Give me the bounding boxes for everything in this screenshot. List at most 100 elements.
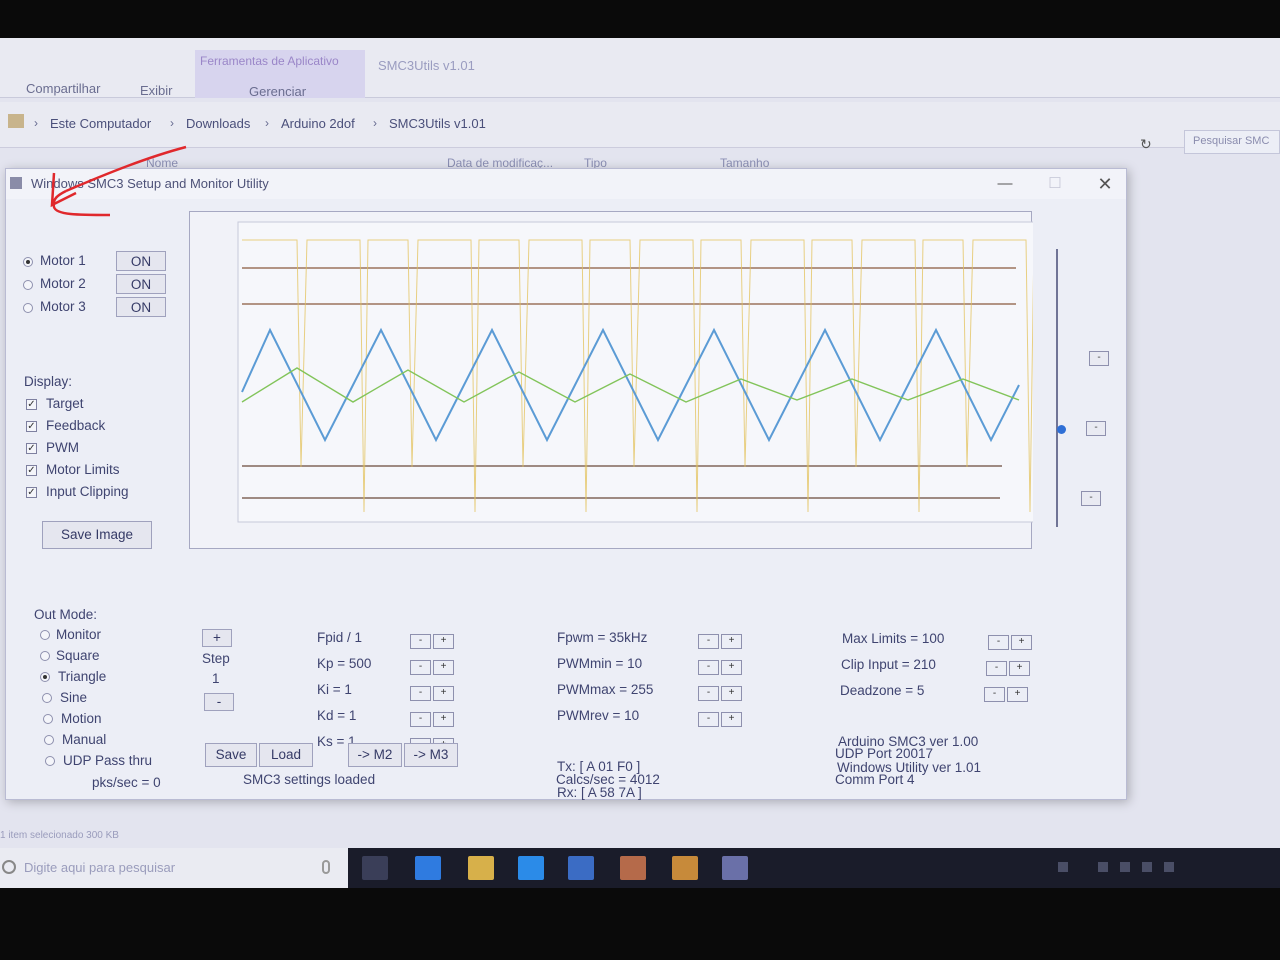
tab-view[interactable]: Exibir [140, 83, 173, 98]
media-icon[interactable] [620, 856, 646, 880]
minus-button[interactable]: - [698, 686, 719, 701]
pwmmax-stepper[interactable]: - + [698, 682, 744, 701]
plus-button[interactable]: + [433, 686, 454, 701]
tray-icon[interactable] [1098, 862, 1108, 872]
minimize-button[interactable]: — [988, 173, 1022, 195]
maximize-button[interactable]: ☐ [1038, 173, 1072, 195]
save-button[interactable]: Save [205, 743, 257, 767]
pwm-label: PWM [46, 440, 79, 455]
motor1-on-button[interactable]: ON [116, 251, 166, 271]
load-button[interactable]: Load [259, 743, 313, 767]
motor2-on-button[interactable]: ON [116, 274, 166, 294]
max-limits-stepper[interactable]: - + [988, 631, 1034, 650]
mode-monitor-radio[interactable] [40, 630, 50, 640]
udp-port: UDP Port 20017 [835, 746, 934, 761]
minus-button[interactable]: - [984, 687, 1005, 702]
mode-monitor-label: Monitor [56, 627, 102, 642]
task-view-icon[interactable] [362, 856, 388, 880]
plus-button[interactable]: + [721, 686, 742, 701]
tray-icon[interactable] [1120, 862, 1130, 872]
copy-to-m3-button[interactable]: -> M3 [404, 743, 458, 767]
plus-button[interactable]: + [721, 634, 742, 649]
motor-limits-checkbox[interactable]: ✓ [26, 465, 37, 476]
target-checkbox[interactable]: ✓ [26, 399, 37, 410]
pwm-checkbox[interactable]: ✓ [26, 443, 37, 454]
plus-button[interactable]: + [1011, 635, 1032, 650]
plus-button[interactable]: + [1007, 687, 1028, 702]
plus-button[interactable]: + [433, 634, 454, 649]
save-image-button[interactable]: Save Image [42, 521, 152, 549]
mode-motion-radio[interactable] [43, 714, 53, 724]
breadcrumb-arduino[interactable]: Arduino 2dof [281, 116, 355, 131]
pwmmin-stepper[interactable]: - + [698, 656, 744, 675]
plus-button[interactable]: + [433, 660, 454, 675]
minus-button[interactable]: - [698, 712, 719, 727]
ie-icon[interactable] [518, 856, 544, 880]
mode-udp-label: UDP Pass thru [63, 753, 153, 768]
step-plus-button[interactable]: + [202, 629, 232, 647]
word-icon[interactable] [568, 856, 594, 880]
motor3-radio[interactable] [23, 303, 33, 313]
plus-button[interactable]: + [433, 712, 454, 727]
breadcrumb-smc3utils[interactable]: SMC3Utils v1.01 [389, 116, 486, 131]
tab-manage[interactable]: Gerenciar [249, 84, 306, 99]
tool-tab-label[interactable]: Ferramentas de Aplicativo [200, 54, 339, 68]
mode-udp-radio[interactable] [45, 756, 55, 766]
file-explorer-icon[interactable] [468, 856, 494, 880]
fpid-stepper[interactable]: - + [410, 630, 456, 649]
ki-stepper[interactable]: - + [410, 682, 456, 701]
breadcrumb-downloads[interactable]: Downloads [186, 116, 250, 131]
motor1-radio[interactable] [23, 257, 33, 267]
out-mode-heading: Out Mode: [34, 607, 98, 622]
deadzone-stepper[interactable]: - + [984, 683, 1030, 702]
scale-mid-button[interactable]: - [1086, 421, 1106, 436]
feedback-checkbox[interactable]: ✓ [26, 421, 37, 432]
plus-button[interactable]: + [721, 660, 742, 675]
minus-button[interactable]: - [410, 686, 431, 701]
taskbar-search-input[interactable]: Digite aqui para pesquisar [24, 860, 175, 875]
minus-button[interactable]: - [988, 635, 1009, 650]
explorer-ribbon: Ferramentas de Aplicativo SMC3Utils v1.0… [0, 38, 1280, 99]
fpwm-stepper[interactable]: - + [698, 630, 744, 649]
kp-label: Kp = 500 [317, 656, 372, 671]
tray-icon[interactable] [1142, 862, 1152, 872]
tray-icon[interactable] [1058, 862, 1068, 872]
breadcrumb-this-pc[interactable]: Este Computador [50, 116, 151, 131]
input-clipping-checkbox[interactable]: ✓ [26, 487, 37, 498]
scale-down-button[interactable]: - [1081, 491, 1101, 506]
minus-button[interactable]: - [698, 660, 719, 675]
close-button[interactable]: ✕ [1088, 173, 1122, 195]
motor3-on-button[interactable]: ON [116, 297, 166, 317]
taskbar-search[interactable]: Digite aqui para pesquisar [0, 848, 348, 888]
store-icon[interactable] [672, 856, 698, 880]
minus-button[interactable]: - [986, 661, 1007, 676]
copy-to-m2-button[interactable]: -> M2 [348, 743, 402, 767]
plus-button[interactable]: + [1009, 661, 1030, 676]
edge-icon[interactable] [415, 856, 441, 880]
minus-button[interactable]: - [698, 634, 719, 649]
minus-button[interactable]: - [410, 660, 431, 675]
motor2-radio[interactable] [23, 280, 33, 290]
plot-canvas [237, 221, 1146, 523]
kp-stepper[interactable]: - + [410, 656, 456, 675]
vertical-slider-thumb[interactable] [1057, 425, 1066, 434]
vertical-slider-track[interactable] [1056, 249, 1058, 527]
step-minus-button[interactable]: - [204, 693, 234, 711]
mode-square-radio[interactable] [40, 651, 50, 661]
smc3-taskbar-icon[interactable] [722, 856, 748, 880]
kd-stepper[interactable]: - + [410, 708, 456, 727]
scale-up-button[interactable]: - [1089, 351, 1109, 366]
plus-button[interactable]: + [721, 712, 742, 727]
pwmrev-stepper[interactable]: - + [698, 708, 744, 727]
mode-triangle-radio[interactable] [40, 672, 50, 682]
address-bar[interactable]: › Este Computador › Downloads › Arduino … [0, 102, 1280, 154]
mode-manual-radio[interactable] [44, 735, 54, 745]
clip-input-stepper[interactable]: - + [986, 657, 1032, 676]
minus-button[interactable]: - [410, 712, 431, 727]
microphone-icon[interactable] [322, 860, 330, 874]
tray-icon[interactable] [1164, 862, 1174, 872]
chevron-right-icon: › [34, 116, 38, 130]
mode-sine-radio[interactable] [42, 693, 52, 703]
tab-share[interactable]: Compartilhar [26, 81, 100, 96]
minus-button[interactable]: - [410, 634, 431, 649]
